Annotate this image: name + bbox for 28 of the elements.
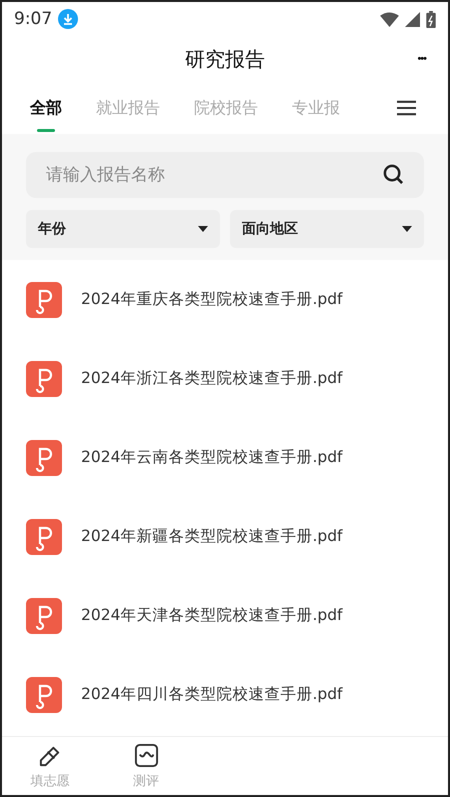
menu-icon[interactable]: [397, 100, 416, 116]
page-title: 研究报告: [185, 46, 265, 72]
tab[interactable]: 全部: [30, 84, 62, 132]
file-item[interactable]: 2024年四川各类型院校速查手册.pdf: [2, 655, 448, 734]
file-item[interactable]: 2024年新疆各类型院校速查手册.pdf: [2, 497, 448, 576]
file-item[interactable]: 2024年重庆各类型院校速查手册.pdf: [2, 260, 448, 339]
file-item[interactable]: 2024年浙江各类型院校速查手册.pdf: [2, 339, 448, 418]
battery-icon: [426, 10, 436, 28]
chart-icon: [134, 742, 158, 768]
document-icon: [26, 598, 62, 634]
file-item[interactable]: 2024年云南各类型院校速查手册.pdf: [2, 418, 448, 497]
status-time: 9:07: [14, 9, 52, 29]
document-icon: [26, 360, 62, 396]
document-icon: [26, 440, 62, 476]
download-icon: [58, 9, 78, 29]
search-field[interactable]: 请输入报告名称: [26, 152, 424, 198]
document-icon: [26, 518, 62, 554]
filter-dropdown[interactable]: 面向地区: [230, 210, 424, 248]
signal-icon: [405, 12, 420, 26]
search-icon[interactable]: [383, 164, 404, 185]
document-icon: [26, 282, 62, 318]
filter-dropdown[interactable]: 年份: [26, 210, 220, 248]
file-item[interactable]: 2024年天津各类型院校速查手册.pdf: [2, 576, 448, 655]
document-icon: [26, 676, 62, 712]
more-button[interactable]: •••: [411, 52, 432, 66]
wifi-icon: [380, 12, 399, 26]
caret-icon: [402, 226, 412, 232]
caret-icon: [198, 226, 208, 232]
